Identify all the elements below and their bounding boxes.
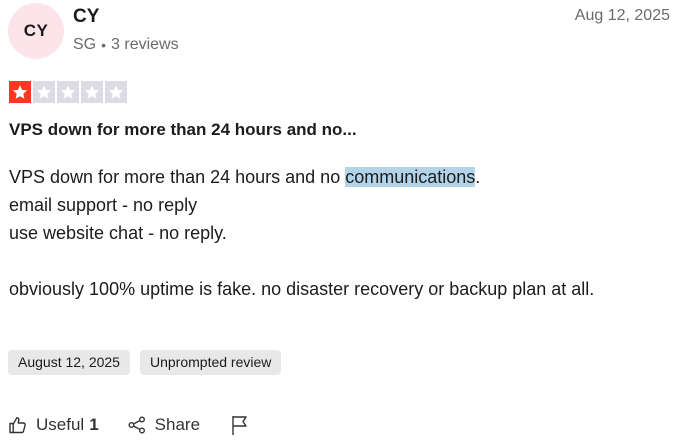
review-body-blank-line <box>9 247 659 275</box>
useful-count: 1 <box>89 415 99 434</box>
review-card: CY CY SG • 3 reviews Aug 12, 2025 VPS do… <box>0 0 693 448</box>
reviewer-country: SG <box>73 36 97 53</box>
reviewer-review-count: 3 reviews <box>111 36 179 53</box>
review-body-line: VPS down for more than 24 hours and no c… <box>9 163 659 191</box>
review-body-line: obviously 100% uptime is fake. no disast… <box>9 279 595 299</box>
review-tags: August 12, 2025 Unprompted review <box>8 350 282 375</box>
star-empty-icon <box>33 81 55 103</box>
review-body-line: email support - no reply <box>9 195 198 215</box>
review-date: Aug 12, 2025 <box>574 7 670 24</box>
star-empty-icon <box>57 81 79 103</box>
review-body-line: use website chat - no reply. <box>9 223 227 243</box>
share-icon <box>127 415 147 435</box>
star-filled-icon <box>9 81 31 103</box>
share-label: Share <box>154 415 201 434</box>
review-actions: Useful 1 Share <box>8 414 250 436</box>
review-body-text: VPS down for more than 24 hours and no <box>9 167 346 187</box>
reviewer-name[interactable]: CY <box>73 6 99 28</box>
meta-separator: • <box>101 37 107 53</box>
experience-date-tag: August 12, 2025 <box>8 350 130 375</box>
share-button[interactable]: Share <box>127 415 200 435</box>
unprompted-review-tag[interactable]: Unprompted review <box>139 350 282 375</box>
review-body: VPS down for more than 24 hours and no c… <box>9 163 659 303</box>
star-empty-icon <box>81 81 103 103</box>
review-body-text: . <box>475 167 481 187</box>
useful-label: Useful <box>36 415 85 434</box>
star-rating <box>9 81 127 103</box>
thumbs-up-icon <box>8 415 28 435</box>
avatar[interactable]: CY <box>8 3 64 59</box>
review-title[interactable]: VPS down for more than 24 hours and no..… <box>9 120 357 140</box>
star-empty-icon <box>105 81 127 103</box>
reviewer-meta: SG • 3 reviews <box>73 36 179 54</box>
flag-icon <box>230 414 250 436</box>
useful-button[interactable]: Useful 1 <box>8 415 99 435</box>
selected-text-highlight: communications <box>345 167 476 187</box>
flag-button[interactable] <box>230 414 250 436</box>
